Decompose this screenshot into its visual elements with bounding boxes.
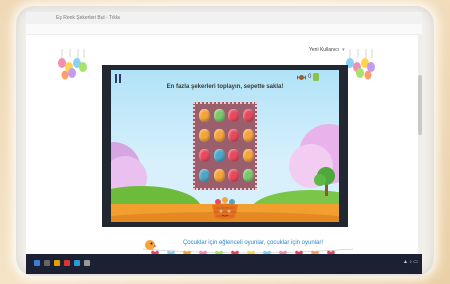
system-tray[interactable]: ▲ ♪ ▭ bbox=[403, 259, 418, 265]
screen-frame: Eş Renk Şekerleri Bul - Tıkla Yeni Kulla… bbox=[16, 6, 434, 276]
candy[interactable] bbox=[213, 109, 225, 122]
page-scrollbar[interactable] bbox=[418, 35, 422, 254]
banner-text: Çocuklar için eğlenceli oyunlar, çocukla… bbox=[182, 240, 324, 246]
browser-icon[interactable] bbox=[64, 260, 70, 266]
game-frame: En fazla şekerleri toplayın, sepette sak… bbox=[102, 65, 348, 227]
bottom-banner: Çocuklar için eğlenceli oyunlar, çocukla… bbox=[143, 240, 353, 259]
candy[interactable] bbox=[242, 169, 254, 182]
candy-decoration-right-icon bbox=[346, 49, 375, 80]
candy[interactable] bbox=[228, 149, 239, 162]
pause-button[interactable] bbox=[114, 74, 122, 83]
candy-board bbox=[193, 102, 257, 190]
taskbar: ▲ ♪ ▭ bbox=[26, 254, 422, 274]
candy[interactable] bbox=[199, 129, 210, 142]
score-value: 0 bbox=[308, 74, 312, 80]
candy[interactable] bbox=[199, 169, 210, 182]
candy[interactable] bbox=[228, 169, 239, 182]
chevron-down-icon: ▾ bbox=[342, 47, 345, 53]
candy[interactable] bbox=[228, 109, 239, 122]
candy[interactable] bbox=[242, 149, 254, 162]
candy[interactable] bbox=[199, 149, 210, 162]
search-icon[interactable] bbox=[44, 260, 50, 266]
address-bar[interactable] bbox=[26, 24, 422, 35]
start-icon[interactable] bbox=[34, 260, 40, 266]
score-display: 0 bbox=[297, 73, 320, 81]
candy[interactable] bbox=[242, 109, 254, 122]
app-icon-2[interactable] bbox=[84, 260, 90, 266]
candy[interactable] bbox=[213, 129, 225, 142]
folder-icon[interactable] bbox=[54, 260, 60, 266]
browser-window: Eş Renk Şekerleri Bul - Tıkla Yeni Kulla… bbox=[26, 12, 422, 274]
scroll-thumb[interactable] bbox=[418, 75, 422, 135]
user-menu[interactable]: Yeni Kullanıcı ▾ bbox=[309, 47, 345, 53]
candy[interactable] bbox=[242, 129, 254, 142]
app-icon[interactable] bbox=[74, 260, 80, 266]
candy[interactable] bbox=[213, 149, 225, 162]
lollipop-icon bbox=[313, 73, 320, 81]
tab-title[interactable]: Eş Renk Şekerleri Bul - Tıkla bbox=[56, 15, 120, 21]
pause-icon bbox=[115, 74, 118, 83]
candy-decoration-left-icon bbox=[58, 49, 87, 80]
web-page: Yeni Kullanıcı ▾ En fazla şekerleri topl… bbox=[26, 35, 422, 259]
candy-icon bbox=[297, 74, 306, 80]
candy[interactable] bbox=[228, 129, 239, 142]
candy[interactable] bbox=[213, 169, 225, 182]
basket-icon[interactable] bbox=[210, 196, 240, 220]
user-name: Yeni Kullanıcı bbox=[309, 47, 340, 53]
game-canvas[interactable]: En fazla şekerleri toplayın, sepette sak… bbox=[111, 70, 339, 222]
game-instruction: En fazla şekerleri toplayın, sepette sak… bbox=[166, 84, 284, 90]
candy[interactable] bbox=[199, 109, 210, 122]
